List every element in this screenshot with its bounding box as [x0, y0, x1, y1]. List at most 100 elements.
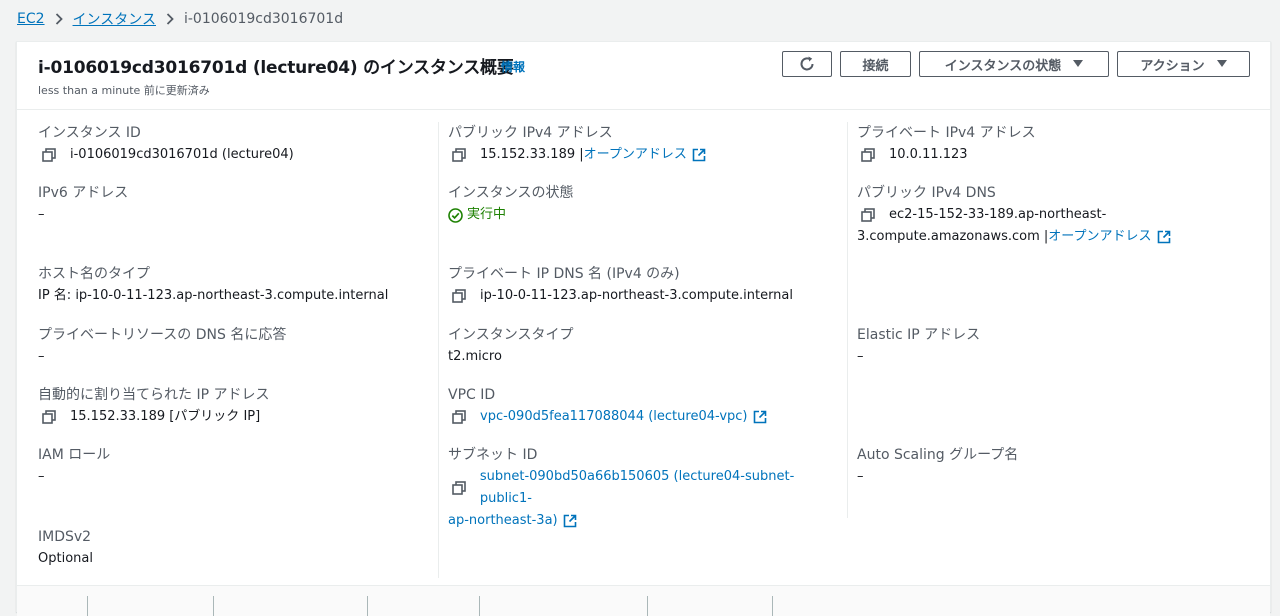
subnet-id-link-cont[interactable]: ap-northeast-3a): [448, 510, 558, 532]
external-link-icon[interactable]: [1157, 230, 1171, 244]
private-ipv4-value: 10.0.11.123: [889, 147, 968, 162]
copy-icon[interactable]: [452, 289, 470, 303]
field-value: 15.152.33.189 [パブリック IP]: [38, 406, 433, 428]
field-ipv6: IPv6 アドレス –: [38, 182, 433, 226]
public-ipv4-value: 15.152.33.189 |: [480, 147, 584, 162]
field-public-dns: パブリック IPv4 DNS ec2-15-152-33-189.ap-nort…: [857, 182, 1252, 248]
caret-down-icon: [1216, 60, 1227, 68]
field-instance-type: インスタンスタイプ t2.micro: [448, 324, 843, 368]
copy-icon[interactable]: [42, 148, 60, 162]
connect-button[interactable]: 接続: [840, 51, 911, 77]
field-label: ホスト名のタイプ: [38, 266, 150, 282]
open-address-link[interactable]: オープンアドレス: [584, 144, 687, 166]
field-value: 10.0.11.123: [857, 144, 1252, 166]
column-divider: [847, 122, 848, 518]
field-private-ipv4: プライベート IPv4 アドレス 10.0.11.123: [857, 122, 1252, 166]
copy-icon[interactable]: [42, 410, 60, 424]
field-instance-id: インスタンス ID i-0106019cd3016701d (lecture04…: [38, 122, 433, 166]
field-hostname-type: ホスト名のタイプ IP 名: ip-10-0-11-123.ap-northea…: [38, 263, 433, 307]
field-instance-state: インスタンスの状態 実行中: [448, 182, 843, 226]
field-elastic-ip: Elastic IP アドレス –: [857, 324, 1252, 368]
field-label: インスタンスタイプ: [448, 327, 574, 343]
field-label: プライベート IP DNS 名 (IPv4 のみ): [448, 266, 680, 282]
instance-state-button[interactable]: インスタンスの状態: [919, 51, 1109, 77]
field-value: 3.compute.amazonaws.com | オープンアドレス: [857, 226, 1252, 248]
private-dns-value: ip-10-0-11-123.ap-northeast-3.compute.in…: [480, 288, 794, 303]
field-label: インスタンス ID: [38, 125, 141, 141]
field-value: subnet-090bd50a66b150605 (lecture04-subn…: [448, 466, 843, 510]
field-value: i-0106019cd3016701d (lecture04): [38, 144, 433, 166]
open-address-link[interactable]: オープンアドレス: [1048, 226, 1151, 248]
field-label: パブリック IPv4 アドレス: [448, 125, 613, 141]
refresh-icon: [798, 55, 816, 73]
tab-separator: [772, 596, 773, 616]
page-title: i-0106019cd3016701d (lecture04) のインスタンス概…: [38, 58, 514, 78]
tab-separator: [367, 596, 368, 616]
elastic-ip-value: –: [857, 349, 864, 364]
vpc-id-link[interactable]: vpc-090d5fea117088044 (lecture04-vpc): [480, 406, 748, 428]
breadcrumb: EC2 インスタンス i-0106019cd3016701d: [17, 9, 343, 29]
field-iam-role: IAM ロール –: [38, 444, 433, 488]
copy-icon[interactable]: [452, 148, 470, 162]
subnet-id-link[interactable]: subnet-090bd50a66b150605 (lecture04-subn…: [480, 466, 843, 510]
external-link-icon[interactable]: [753, 410, 767, 424]
instance-summary-panel: i-0106019cd3016701d (lecture04) のインスタンス概…: [16, 41, 1271, 616]
last-updated-text: less than a minute 前に更新済み: [38, 84, 210, 97]
field-label: プライベートリソースの DNS 名に応答: [38, 327, 287, 343]
field-subnet-id: サブネット ID subnet-090bd50a66b150605 (lectu…: [448, 444, 843, 532]
copy-icon[interactable]: [452, 410, 470, 424]
refresh-button[interactable]: [782, 51, 832, 77]
asg-name-value: –: [857, 469, 864, 484]
field-label: インスタンスの状態: [448, 185, 574, 201]
field-value: ec2-15-152-33-189.ap-northeast-: [857, 204, 1252, 226]
column-divider: [438, 122, 439, 578]
field-imdsv2: IMDSv2 Optional: [38, 526, 433, 570]
instance-state-button-label: インスタンスの状態: [944, 58, 1062, 74]
field-value: 15.152.33.189 | オープンアドレス: [448, 144, 843, 166]
public-dns-value-cont: 3.compute.amazonaws.com |: [857, 229, 1049, 244]
private-resource-dns-value: –: [38, 349, 45, 364]
iam-role-value: –: [38, 469, 45, 484]
field-public-ipv4: パブリック IPv4 アドレス 15.152.33.189 | オープンアドレス: [448, 122, 843, 166]
field-private-dns: プライベート IP DNS 名 (IPv4 のみ) ip-10-0-11-123…: [448, 263, 843, 307]
public-dns-value: ec2-15-152-33-189.ap-northeast-: [889, 207, 1107, 222]
field-label: 自動的に割り当てられた IP アドレス: [38, 387, 270, 403]
field-label: プライベート IPv4 アドレス: [857, 125, 1036, 141]
ipv6-value: –: [38, 207, 45, 222]
field-private-resource-dns: プライベートリソースの DNS 名に応答 –: [38, 324, 433, 368]
chevron-right-icon: [45, 13, 73, 25]
imdsv2-value: Optional: [38, 551, 93, 566]
hostname-type-value: IP 名: ip-10-0-11-123.ap-northeast-3.comp…: [38, 288, 389, 303]
field-auto-ip: 自動的に割り当てられた IP アドレス 15.152.33.189 [パブリック…: [38, 384, 433, 428]
caret-down-icon: [1073, 60, 1084, 68]
field-label: サブネット ID: [448, 447, 538, 463]
field-label: IAM ロール: [38, 447, 111, 463]
auto-ip-value: 15.152.33.189 [パブリック IP]: [70, 409, 261, 424]
detail-tabs-strip: [17, 585, 1270, 616]
external-link-icon[interactable]: [563, 514, 577, 528]
field-label: IMDSv2: [38, 529, 92, 545]
field-label: Auto Scaling グループ名: [857, 447, 1019, 463]
breadcrumb-instances[interactable]: インスタンス: [73, 9, 156, 29]
tab-separator: [87, 596, 88, 616]
copy-icon[interactable]: [861, 148, 879, 162]
external-link-icon[interactable]: [692, 148, 706, 162]
info-link[interactable]: 情報: [501, 58, 525, 75]
instance-type-value: t2.micro: [448, 349, 502, 364]
breadcrumb-ec2[interactable]: EC2: [17, 11, 45, 27]
field-value: vpc-090d5fea117088044 (lecture04-vpc): [448, 406, 843, 428]
field-label: VPC ID: [448, 387, 496, 403]
field-label: パブリック IPv4 DNS: [857, 185, 996, 201]
field-vpc-id: VPC ID vpc-090d5fea117088044 (lecture04-…: [448, 384, 843, 428]
breadcrumb-current: i-0106019cd3016701d: [183, 11, 344, 27]
check-circle-icon: [448, 207, 467, 223]
instance-state-value: 実行中: [467, 207, 507, 222]
copy-icon[interactable]: [452, 481, 470, 495]
copy-icon[interactable]: [861, 208, 879, 222]
actions-button[interactable]: アクション: [1117, 51, 1250, 77]
field-label: Elastic IP アドレス: [857, 327, 981, 343]
instance-state-status: 実行中: [448, 204, 843, 226]
field-value: ip-10-0-11-123.ap-northeast-3.compute.in…: [448, 285, 843, 307]
panel-header: i-0106019cd3016701d (lecture04) のインスタンス概…: [17, 42, 1270, 110]
instance-id-value: i-0106019cd3016701d (lecture04): [70, 147, 294, 162]
